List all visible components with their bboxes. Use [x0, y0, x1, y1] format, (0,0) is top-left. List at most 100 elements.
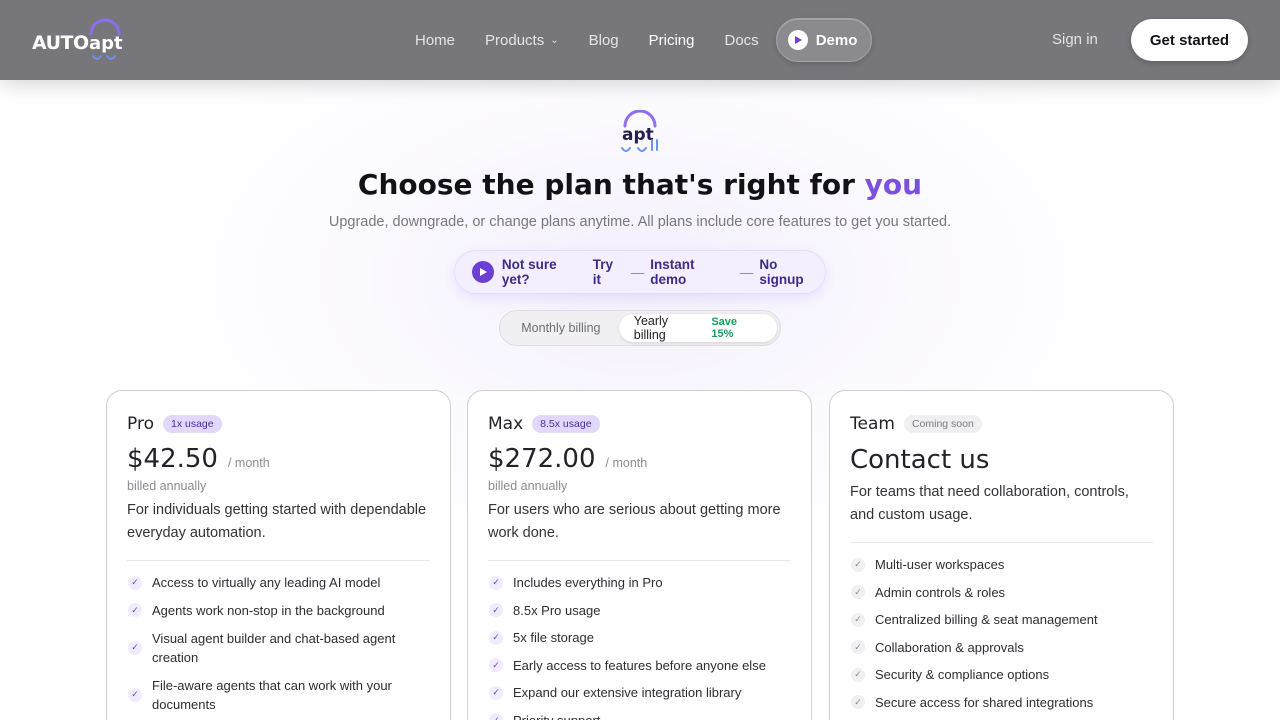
check-icon: ✓	[851, 667, 865, 682]
billed-note: billed annually	[488, 479, 568, 493]
try-text-4: No signup	[759, 257, 804, 287]
feature-item: ✓ Centralized billing & seat management	[850, 606, 1150, 634]
try-demo-banner[interactable]: Not sure yet? Try it — Instant demo — No…	[454, 250, 826, 294]
billing-toggle: Monthly billing Yearly billing Save 15%	[499, 310, 781, 346]
feature-item: ✓ 5x file storage	[488, 624, 788, 652]
yearly-billing-option[interactable]: Yearly billing Save 15%	[618, 314, 777, 342]
demo-label: Demo	[815, 31, 858, 49]
feature-text: 5x file storage	[513, 630, 594, 646]
demo-button[interactable]: Demo	[775, 18, 873, 62]
divider	[850, 542, 1153, 543]
plan-description: For users who are serious about getting …	[488, 502, 781, 541]
divider	[488, 560, 791, 561]
try-text-3: Instant demo	[650, 257, 695, 287]
nav-products-label: Products	[485, 31, 545, 49]
autoapt-logo-icon: apt	[89, 18, 123, 60]
contact-us-heading: Contact us	[850, 445, 990, 475]
sign-in-link[interactable]: Sign in	[1052, 31, 1098, 48]
top-nav: AUTO apt Home Products ⌄ Blog Pricing Do…	[0, 0, 1280, 80]
feature-list: ✓ Includes everything in Pro ✓ 8.5x Pro us…	[488, 569, 791, 720]
feature-text: File-aware agents that can work with you…	[152, 677, 392, 712]
get-started-button[interactable]: Get started	[1131, 19, 1248, 61]
try-text-1: Not sure yet?	[501, 257, 557, 287]
divider	[127, 560, 430, 561]
plan-price: $272.00	[488, 444, 596, 474]
feature-item: ✓ Expand our extensive integration librar…	[488, 679, 788, 707]
feature-item: ✓ Secure access for shared integrations	[850, 689, 1150, 717]
page-subtitle: Upgrade, downgrade, or change plans anyt…	[328, 214, 952, 230]
check-icon: ✓	[851, 557, 865, 572]
title-main: Choose the plan that's right for	[357, 168, 865, 201]
nav-pricing[interactable]: Pricing	[649, 32, 695, 49]
feature-text: Includes everything in Pro	[513, 575, 663, 591]
nav-links: Home Products ⌄ Blog Pricing Docs Demo	[400, 0, 873, 80]
feature-text: Admin controls & roles	[875, 584, 1006, 600]
check-icon: ✓	[128, 575, 142, 590]
check-icon: ✓	[128, 687, 142, 702]
page-title: Choose the plan that's right for you	[0, 168, 1280, 201]
billed-note: billed annually	[127, 479, 207, 493]
feature-text: Security & compliance options	[875, 667, 1050, 683]
feature-item: ✓ Admin controls & roles	[850, 579, 1150, 607]
feature-item: ✓ Access to virtually any leading AI mode…	[127, 569, 427, 597]
feature-text: Agents work non-stop in the background	[152, 602, 385, 618]
plan-name: Team	[850, 414, 895, 434]
check-icon: ✓	[489, 658, 503, 673]
try-dash: —	[739, 264, 754, 280]
yearly-billing-label: Yearly billing	[633, 314, 669, 342]
check-icon: ✓	[851, 640, 865, 655]
feature-item: ✓ Agents work non-stop in the background	[127, 597, 427, 625]
try-dash: —	[630, 264, 645, 280]
nav-blog[interactable]: Blog	[589, 32, 619, 49]
plan-name: Max	[488, 414, 524, 434]
price-period: / month	[227, 456, 270, 470]
nav-products[interactable]: Products ⌄	[485, 32, 559, 49]
check-icon: ✓	[851, 612, 865, 627]
check-icon: ✓	[128, 640, 142, 655]
nav-home[interactable]: Home	[415, 32, 455, 49]
usage-badge: 8.5x usage	[532, 415, 600, 433]
feature-text: Early access to features before anyone e…	[513, 657, 766, 673]
price-period: / month	[605, 456, 648, 470]
feature-text: Priority support	[513, 711, 600, 720]
plan-name: Pro	[127, 414, 154, 434]
feature-item: ✓ Visual agent builder and chat-based age…	[127, 624, 427, 671]
plan-card-pro: Pro 1x usage $42.50 / month billed annua…	[106, 390, 451, 720]
autoapt-logo-icon: apt	[621, 110, 658, 152]
monthly-billing-option[interactable]: Monthly billing	[503, 314, 619, 342]
check-icon: ✓	[128, 603, 142, 618]
feature-list: ✓ Multi-user workspaces ✓ Admin controls &…	[850, 551, 1153, 716]
feature-text: Collaboration & approvals	[875, 639, 1024, 655]
coming-soon-badge: Coming soon	[903, 415, 982, 433]
play-icon	[472, 261, 494, 283]
svg-text:apt: apt	[622, 125, 654, 145]
autoapt-logo[interactable]: AUTO apt	[32, 18, 132, 62]
feature-text: Centralized billing & seat management	[875, 612, 1098, 628]
feature-item: ✓ Multi-user workspaces	[850, 551, 1150, 579]
feature-item: ✓ Priority support	[488, 707, 788, 720]
feature-text: Secure access for shared integrations	[875, 694, 1094, 710]
plan-description: For individuals getting started with dep…	[127, 502, 427, 541]
feature-text: Visual agent builder and chat-based agen…	[152, 630, 396, 665]
svg-text:apt: apt	[89, 33, 123, 54]
plan-price: $42.50	[127, 444, 218, 474]
usage-badge: 1x usage	[162, 415, 222, 433]
check-icon: ✓	[489, 685, 503, 700]
try-text-2: Try it	[592, 257, 613, 287]
plan-card-team: Team Coming soon Contact us For teams th…	[829, 390, 1174, 720]
check-icon: ✓	[489, 575, 503, 590]
feature-text: Multi-user workspaces	[875, 557, 1005, 573]
feature-item: ✓ File-aware agents that can work with yo…	[127, 671, 427, 718]
feature-item: ✓ Security & compliance options	[850, 661, 1150, 689]
check-icon: ✓	[489, 630, 503, 645]
save-badge: Save 15%	[711, 316, 738, 340]
plan-description: For teams that need collaboration, contr…	[850, 484, 1129, 523]
check-icon: ✓	[489, 713, 503, 720]
feature-text: Expand our extensive integration library	[513, 685, 742, 701]
feature-text: Access to virtually any leading AI model	[152, 575, 381, 591]
feature-item: ✓ 8.5x Pro usage	[488, 597, 788, 625]
title-accent: you	[864, 168, 923, 201]
check-icon: ✓	[489, 603, 503, 618]
feature-item: ✓ Early access to features before anyone …	[488, 652, 788, 680]
nav-docs[interactable]: Docs	[725, 32, 759, 49]
